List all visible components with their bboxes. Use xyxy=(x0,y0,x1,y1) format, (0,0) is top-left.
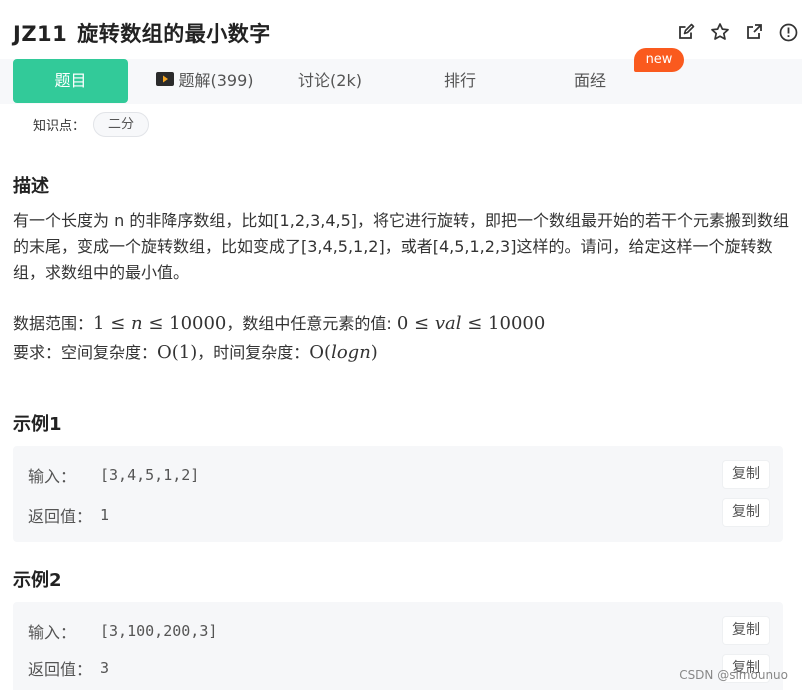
example-2-input: 输入： [3,100,200,3] xyxy=(28,619,217,643)
range-math: 1 ≤ n ≤ 10000 xyxy=(93,313,227,334)
header-actions xyxy=(676,22,798,42)
example-1-input: 输入： [3,4,5,1,2] xyxy=(28,463,199,487)
example-1-output: 返回值： 1 xyxy=(28,503,109,527)
input-label: 输入： xyxy=(28,623,77,642)
description-heading: 描述 xyxy=(13,176,49,197)
input-label: 输入： xyxy=(28,467,77,486)
star-icon[interactable] xyxy=(710,22,730,42)
val-math: 0 ≤ val ≤ 10000 xyxy=(396,313,546,334)
copy-input-button[interactable]: 复制 xyxy=(723,617,769,644)
knowledge-tag[interactable]: 二分 xyxy=(93,112,150,137)
problem-title: 旋转数组的最小数字 xyxy=(77,22,271,46)
output-value: 3 xyxy=(100,659,110,677)
output-value: 1 xyxy=(100,506,110,524)
tab-solution[interactable]: 题解(399) xyxy=(150,59,260,103)
copy-output-button[interactable]: 复制 xyxy=(723,499,769,526)
req-mid: ，时间复杂度： xyxy=(197,343,310,362)
page-title: JZ11 旋转数组的最小数字 xyxy=(13,18,271,48)
output-label: 返回值： xyxy=(28,507,93,526)
video-play-icon xyxy=(156,59,175,103)
tab-solution-label: 题解(399) xyxy=(178,71,254,90)
tab-problem[interactable]: 题目 xyxy=(13,59,128,103)
example-2-output: 返回值： 3 xyxy=(28,656,109,680)
tab-rank[interactable]: 排行 xyxy=(425,59,495,103)
range-label: 数据范围： xyxy=(13,314,94,333)
problem-code: JZ11 xyxy=(13,22,68,46)
input-value: [3,4,5,1,2] xyxy=(100,466,200,484)
req-label: 要求：空间复杂度： xyxy=(13,343,158,362)
example-2-heading: 示例2 xyxy=(13,570,62,591)
knowledge-label: 知识点： xyxy=(33,119,86,134)
watermark: CSDN @simounuo xyxy=(679,668,788,682)
copy-input-button[interactable]: 复制 xyxy=(723,461,769,488)
range-mid: ，数组中任意元素的值: xyxy=(226,314,397,333)
knowledge-points: 知识点： 二分 xyxy=(33,112,150,137)
requirements: 要求：空间复杂度：O(1)，时间复杂度：O(logn) xyxy=(13,340,793,366)
data-range: 数据范围：1 ≤ n ≤ 10000，数组中任意元素的值: 0 ≤ val ≤ … xyxy=(13,311,793,337)
external-link-icon[interactable] xyxy=(744,22,764,42)
description-text: 有一个长度为 n 的非降序数组，比如[1,2,3,4,5]，将它进行旋转，即把一… xyxy=(13,211,790,282)
info-icon[interactable] xyxy=(778,22,798,42)
tab-discuss[interactable]: 讨论(2k) xyxy=(290,59,370,103)
example-1-heading: 示例1 xyxy=(13,414,62,435)
space-complexity: O(1) xyxy=(157,342,198,363)
tab-interview[interactable]: 面经 xyxy=(555,59,625,103)
example-2-panel: 输入： [3,100,200,3] 复制 返回值： 3 复制 xyxy=(13,602,783,690)
example-1-panel: 输入： [3,4,5,1,2] 复制 返回值： 1 复制 xyxy=(13,446,783,542)
output-label: 返回值： xyxy=(28,660,93,679)
new-badge: new xyxy=(634,48,684,72)
input-value: [3,100,200,3] xyxy=(100,622,218,640)
problem-header: JZ11 旋转数组的最小数字 xyxy=(0,0,802,60)
time-complexity: O(logn) xyxy=(309,342,378,363)
edit-icon[interactable] xyxy=(676,22,696,42)
